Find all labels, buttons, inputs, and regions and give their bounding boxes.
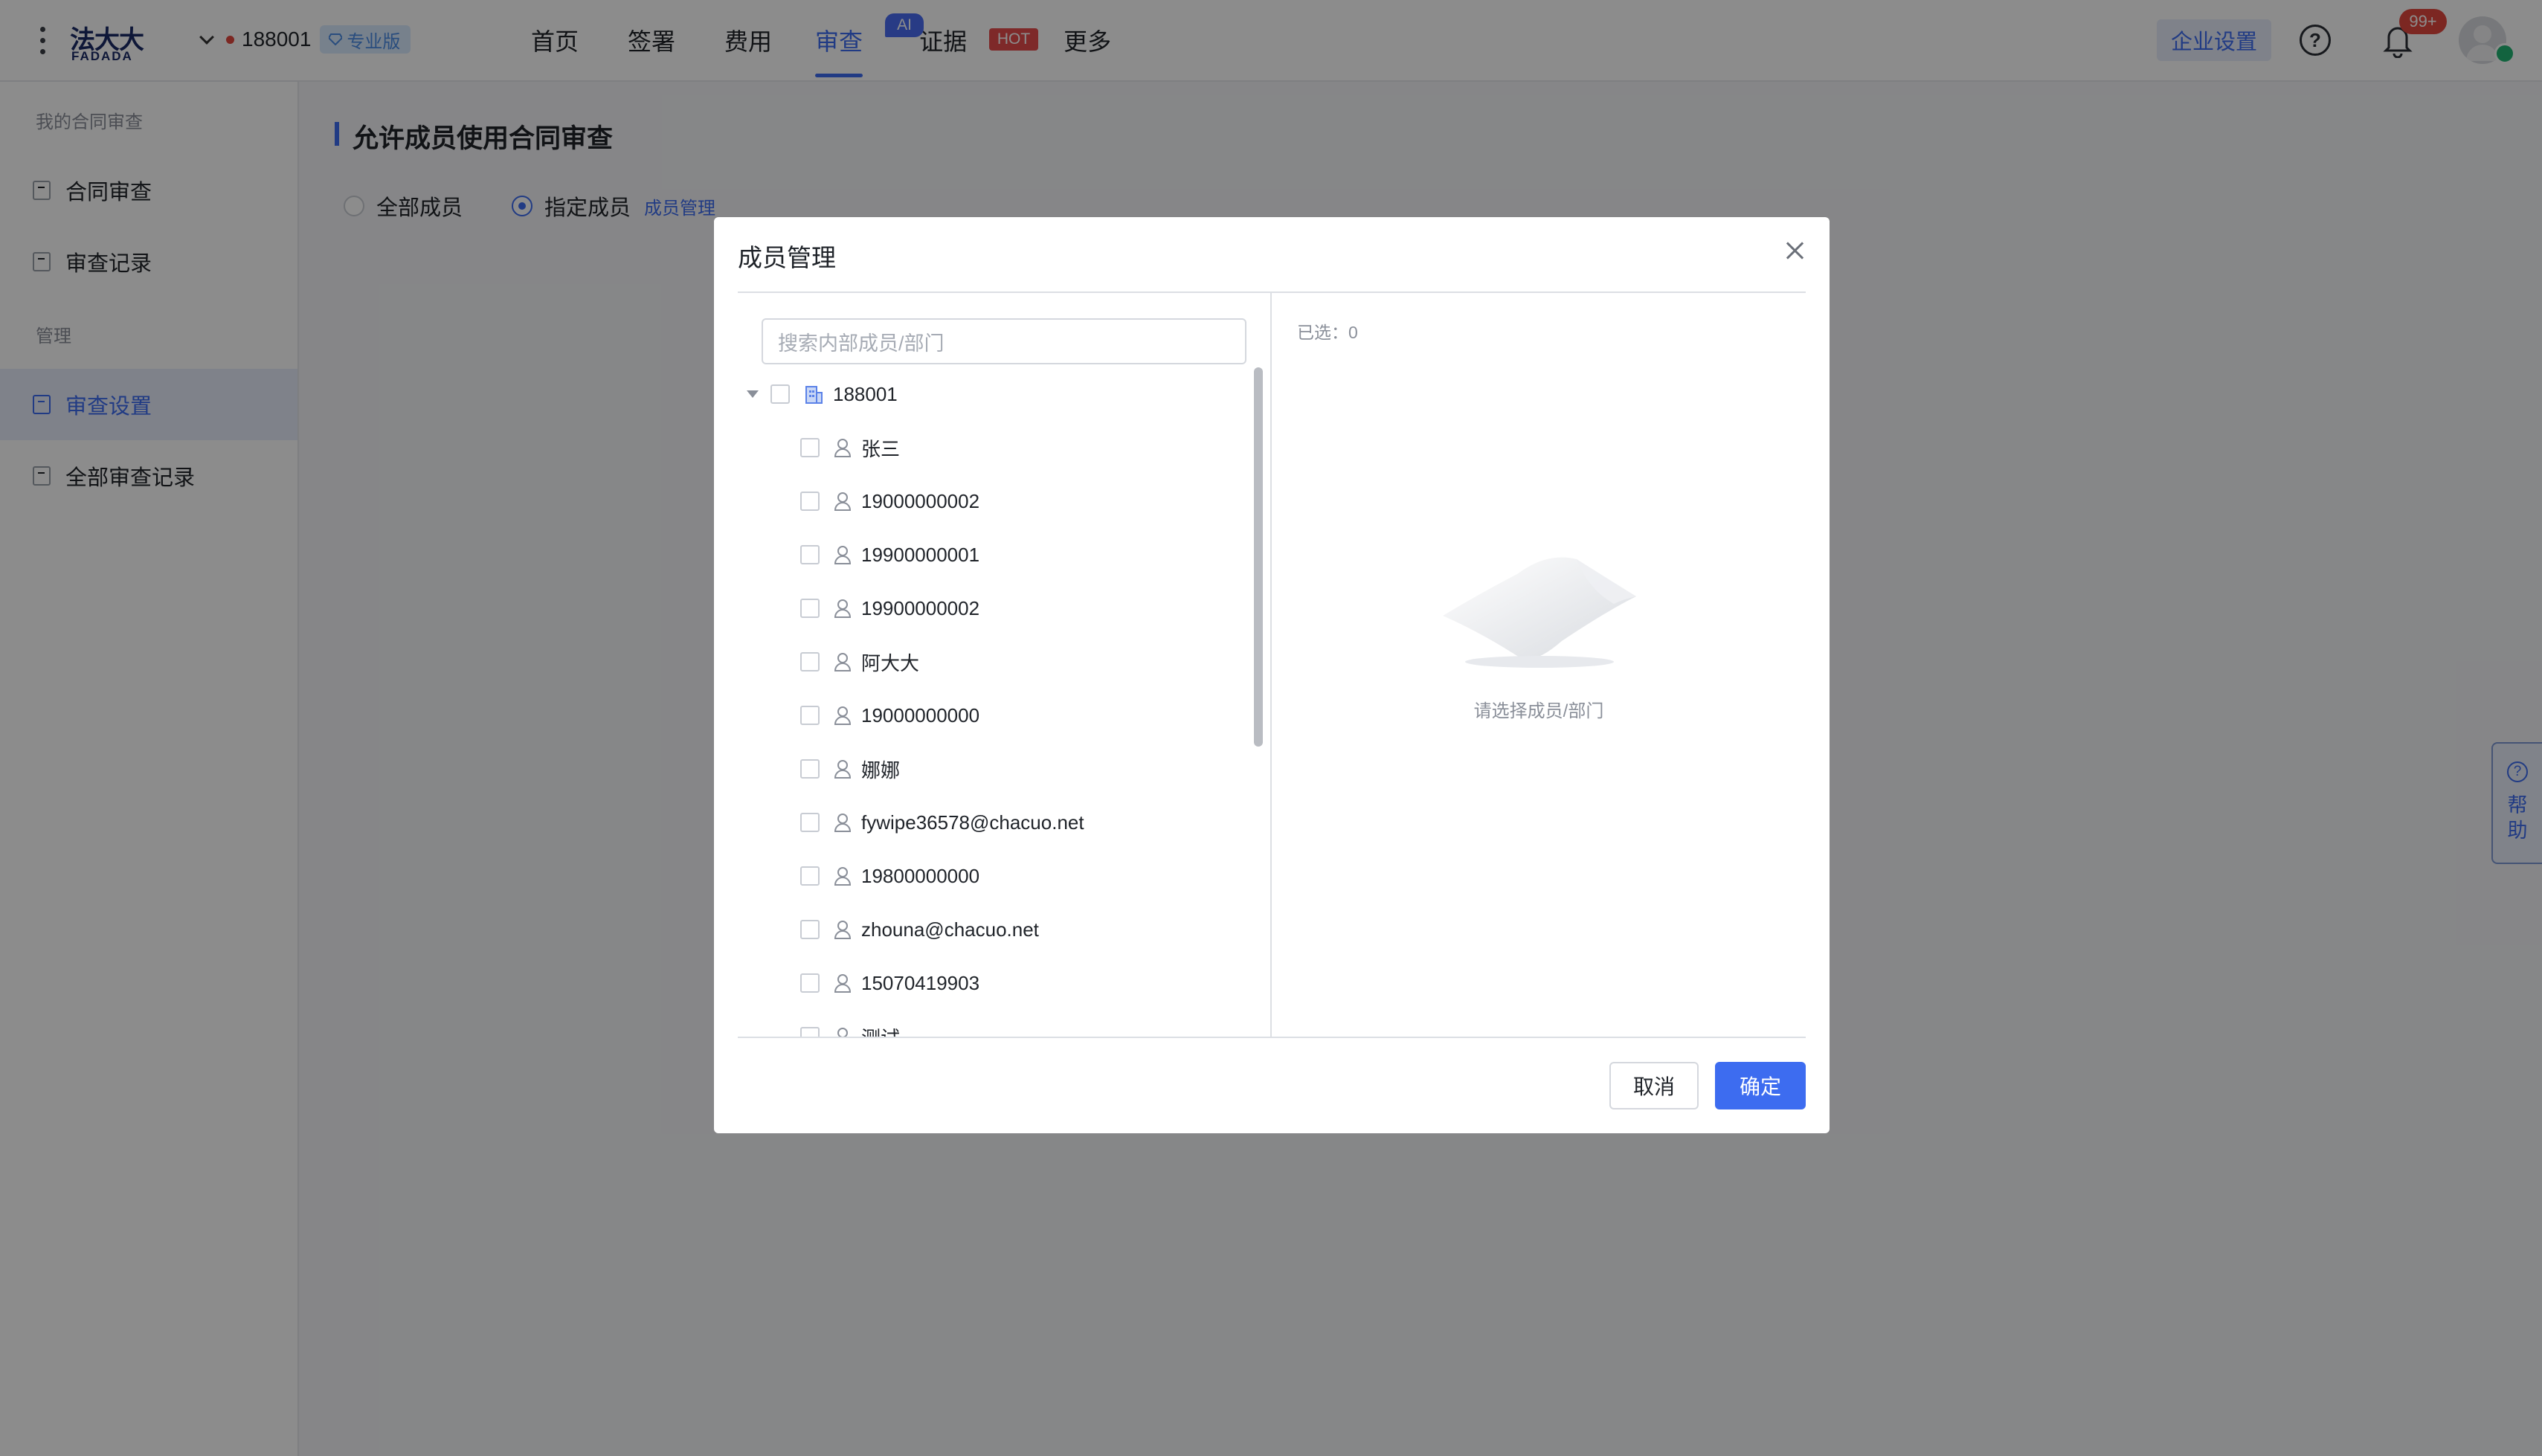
person-icon: [834, 867, 852, 886]
member-name: 19000000000: [861, 703, 980, 727]
checkbox[interactable]: [800, 599, 820, 618]
member-name: 15070419903: [861, 971, 980, 994]
tree-member-row[interactable]: 娜娜: [800, 753, 900, 785]
member-name: 娜娜: [861, 758, 901, 782]
tree-member-row[interactable]: zhouna@chacuo.net: [800, 913, 1039, 946]
tree-member-row[interactable]: fywipe36578@chacuo.net: [800, 806, 1084, 839]
member-name: zhouna@chacuo.net: [861, 918, 1039, 941]
tree-member-row[interactable]: 19000000000: [800, 699, 979, 732]
person-icon: [837, 1028, 848, 1037]
tree-root-org[interactable]: 188001: [747, 378, 898, 410]
checkbox[interactable]: [800, 652, 820, 671]
member-name: 19900000002: [861, 596, 980, 619]
tree-member-row[interactable]: 张三: [800, 431, 900, 464]
tree-member-row[interactable]: 19800000000: [800, 860, 979, 892]
person-icon: [834, 599, 852, 618]
member-name: 阿大大: [861, 651, 920, 674]
tree-member-row[interactable]: 19900000001: [800, 538, 979, 571]
building-icon: [805, 386, 823, 404]
person-icon: [834, 706, 852, 725]
empty-state-text: 请选择成员/部门: [1473, 701, 1604, 721]
member-name: 测试: [861, 1023, 900, 1037]
member-name: 19900000001: [861, 543, 980, 566]
divider: [738, 1037, 1806, 1038]
caret-down-icon[interactable]: [747, 390, 759, 398]
person-icon: [834, 814, 852, 832]
member-tree-pane: 搜索内部成员/部门 188001 张三 19000000002 1990000000…: [738, 293, 1270, 1037]
person-icon: [834, 492, 852, 511]
empty-paper-illustration: [1443, 557, 1636, 668]
checkbox[interactable]: [800, 545, 820, 564]
search-input[interactable]: 搜索内部成员/部门: [762, 318, 1246, 364]
person-icon: [834, 921, 852, 939]
person-icon: [834, 760, 852, 779]
checkbox[interactable]: [800, 920, 820, 939]
tree-member-row[interactable]: 19000000002: [800, 485, 979, 518]
dialog-title: 成员管理: [738, 244, 836, 271]
member-name: 19800000000: [861, 864, 980, 887]
tree-root-label: 188001: [833, 382, 898, 405]
member-management-dialog: 成员管理 搜索内部成员/部门 188001 张三 19000000002 19900…: [714, 217, 1830, 1133]
checkbox[interactable]: [800, 1027, 820, 1037]
scrollbar[interactable]: [1254, 367, 1263, 747]
checkbox[interactable]: [800, 706, 820, 725]
checkbox[interactable]: [770, 384, 790, 404]
cancel-button[interactable]: 取消: [1609, 1062, 1699, 1109]
checkbox[interactable]: [800, 438, 820, 457]
person-icon: [834, 653, 852, 671]
selected-count: 已选：0: [1297, 323, 1358, 342]
tree-member-row[interactable]: 19900000002: [800, 592, 979, 625]
person-icon: [834, 974, 852, 993]
member-name: 19000000002: [861, 489, 980, 512]
member-name: fywipe36578@chacuo.net: [861, 811, 1084, 834]
checkbox[interactable]: [800, 973, 820, 993]
tree-member-row[interactable]: 测试: [800, 1020, 900, 1037]
person-icon: [834, 439, 852, 457]
checkbox[interactable]: [800, 813, 820, 832]
checkbox[interactable]: [800, 759, 820, 779]
checkbox[interactable]: [800, 866, 820, 886]
checkbox[interactable]: [800, 492, 820, 511]
pane-divider: [1270, 293, 1272, 1037]
person-icon: [834, 546, 852, 564]
tree-member-row[interactable]: 阿大大: [800, 645, 919, 678]
tree-member-row[interactable]: 15070419903: [800, 967, 979, 999]
close-icon[interactable]: [1783, 239, 1806, 262]
confirm-button[interactable]: 确定: [1715, 1062, 1806, 1109]
member-name: 张三: [861, 437, 901, 460]
